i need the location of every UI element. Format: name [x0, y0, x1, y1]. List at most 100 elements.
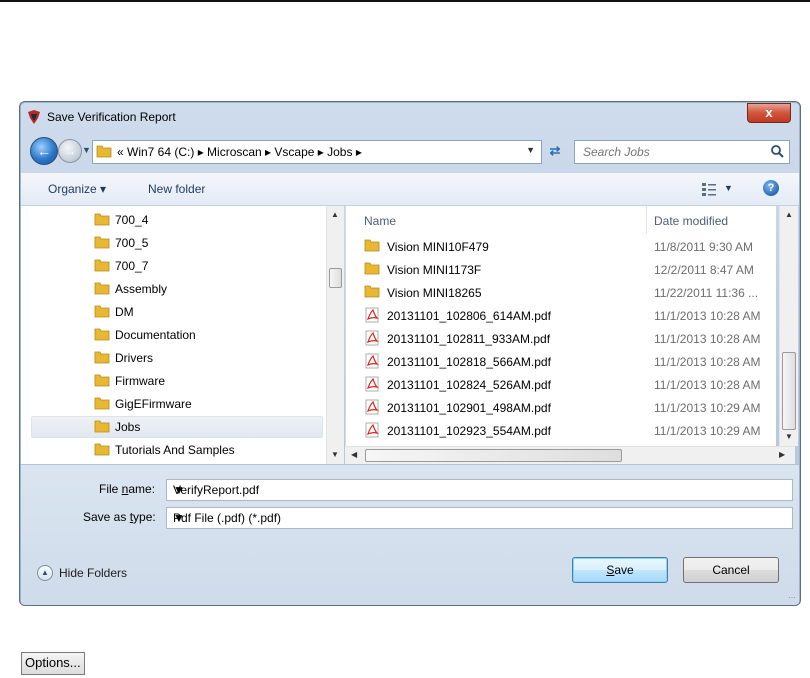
file-row[interactable]: Vision MINI18265 11/22/2011 11:36 ... — [346, 281, 776, 303]
scroll-right-arrow-icon[interactable]: ▶ — [779, 450, 785, 459]
resize-grip-icon[interactable]: ⋯ — [788, 593, 796, 602]
nav-item[interactable]: GigEFirmware — [94, 394, 314, 414]
file-name-field[interactable]: VerifyReport.pdf ▼ — [166, 479, 793, 501]
file-name: 20131101_102901_498AM.pdf — [387, 401, 551, 415]
nav-item-label: Documentation — [115, 328, 196, 342]
hide-folders-label: Hide Folders — [59, 566, 128, 580]
options-button[interactable]: Options... — [21, 652, 85, 675]
nav-item[interactable]: 700_4 — [94, 210, 314, 230]
title-bar[interactable]: Save Verification Report x — [20, 102, 800, 132]
save-type-select[interactable]: Pdf File (.pdf) (*.pdf) ▼ — [166, 507, 793, 529]
column-header-date[interactable]: Date modified — [654, 214, 728, 228]
file-list-horizontal-scrollbar[interactable]: ◀ ▶ — [345, 446, 795, 464]
nav-item[interactable]: 700_7 — [94, 256, 314, 276]
nav-item-label: Drivers — [115, 351, 153, 365]
nav-item-label: Firmware — [115, 374, 165, 388]
nav-item[interactable]: Assembly — [94, 279, 314, 299]
close-button[interactable]: x — [747, 103, 791, 123]
search-input[interactable] — [581, 144, 765, 160]
nav-item-label: Jobs — [115, 420, 141, 434]
file-list-vertical-scrollbar[interactable]: ▲ ▼ — [779, 206, 798, 446]
cancel-button[interactable]: Cancel — [683, 557, 779, 583]
navigation-pane: 700_4 700_5 700_7 Assembly DM Documentat… — [21, 206, 327, 464]
scroll-down-arrow-icon[interactable]: ▼ — [785, 432, 793, 441]
scroll-down-arrow-icon[interactable]: ▼ — [331, 450, 339, 459]
chevron-down-icon[interactable]: ▼ — [173, 511, 788, 525]
top-border-line — [0, 0, 810, 2]
file-row[interactable]: 20131101_102824_526AM.pdf 11/1/2013 10:2… — [346, 373, 776, 395]
file-name: Vision MINI1173F — [387, 263, 482, 277]
file-date: 11/1/2013 10:28 AM — [654, 355, 761, 369]
save-button[interactable]: Save — [572, 557, 668, 583]
nav-item-selected[interactable]: Jobs — [31, 416, 323, 438]
nav-item-label: GigEFirmware — [115, 397, 192, 411]
folder-icon — [96, 145, 112, 158]
file-date: 11/1/2013 10:28 AM — [654, 378, 761, 392]
file-row[interactable]: Vision MINI10F479 11/8/2011 9:30 AM — [346, 235, 776, 257]
search-box[interactable] — [574, 140, 790, 164]
organize-menu[interactable]: Organize ▾ — [48, 182, 106, 196]
file-date: 11/1/2013 10:29 AM — [654, 424, 761, 438]
scroll-up-arrow-icon[interactable]: ▲ — [331, 210, 339, 219]
file-name: 20131101_102806_614AM.pdf — [387, 309, 551, 323]
nav-pane-scrollbar[interactable]: ▲ ▼ — [326, 206, 344, 464]
nav-item-label: 700_7 — [115, 259, 149, 273]
pdf-file-icon — [365, 422, 379, 438]
file-name: 20131101_102923_554AM.pdf — [387, 424, 551, 438]
nav-item[interactable]: 700_5 — [94, 233, 314, 253]
nav-item-label: Assembly — [115, 282, 168, 296]
save-form-panel: File name: VerifyReport.pdf ▼ Save as ty… — [21, 464, 799, 605]
nav-item[interactable]: DM — [94, 302, 314, 322]
nav-item[interactable]: Documentation — [94, 325, 314, 345]
folder-icon — [94, 351, 110, 364]
column-header-name[interactable]: Name — [364, 214, 396, 228]
file-row[interactable]: 20131101_102923_554AM.pdf 11/1/2013 10:2… — [346, 419, 776, 441]
search-icon[interactable] — [770, 144, 784, 158]
recent-locations-dropdown[interactable]: ▼ — [82, 145, 91, 155]
new-folder-button[interactable]: New folder — [148, 182, 205, 196]
scroll-thumb[interactable] — [329, 268, 342, 288]
nav-item-label: 700_5 — [115, 236, 149, 250]
refresh-button[interactable]: ⇄ — [542, 140, 568, 162]
pdf-file-icon — [365, 376, 379, 392]
nav-item-label: Tutorials And Samples — [115, 443, 235, 457]
folder-icon — [94, 282, 110, 295]
nav-item[interactable]: Drivers — [94, 348, 314, 368]
folder-icon — [94, 236, 110, 249]
chevron-down-icon[interactable]: ▼ — [173, 483, 788, 497]
folder-icon — [94, 397, 110, 410]
folder-icon — [364, 285, 380, 298]
save-dialog: Save Verification Report x ← → ▼ « Win7 … — [19, 101, 801, 606]
save-type-label-text: Save as — [83, 510, 130, 524]
nav-item[interactable]: Firmware — [94, 371, 314, 391]
column-separator[interactable] — [646, 206, 647, 234]
address-path: « Win7 64 (C:) ▸ Microscan ▸ Vscape ▸ Jo… — [117, 145, 362, 159]
file-row[interactable]: 20131101_102901_498AM.pdf 11/1/2013 10:2… — [346, 396, 776, 418]
file-date: 11/1/2013 10:28 AM — [654, 332, 761, 346]
folder-icon — [94, 213, 110, 226]
file-row[interactable]: 20131101_102806_614AM.pdf 11/1/2013 10:2… — [346, 304, 776, 326]
back-button[interactable]: ← — [30, 137, 58, 165]
nav-item[interactable]: Tutorials And Samples — [94, 440, 314, 460]
views-dropdown-icon[interactable]: ▼ — [724, 183, 733, 193]
save-type-label: Save as type: — [83, 510, 156, 524]
scroll-thumb[interactable] — [365, 449, 622, 462]
forward-button[interactable]: → — [58, 139, 82, 163]
scroll-left-arrow-icon[interactable]: ◀ — [351, 450, 357, 459]
file-date: 11/1/2013 10:28 AM — [654, 309, 761, 323]
file-row[interactable]: Vision MINI1173F 12/2/2011 8:47 AM — [346, 258, 776, 280]
help-icon[interactable]: ? — [763, 180, 779, 196]
pdf-file-icon — [365, 353, 379, 369]
save-button-label: ave — [614, 563, 634, 577]
folder-icon — [94, 420, 110, 433]
folder-icon — [94, 259, 110, 272]
address-bar[interactable]: « Win7 64 (C:) ▸ Microscan ▸ Vscape ▸ Jo… — [92, 140, 542, 164]
window-title: Save Verification Report — [47, 110, 176, 124]
file-row[interactable]: 20131101_102818_566AM.pdf 11/1/2013 10:2… — [346, 350, 776, 372]
chevron-down-icon[interactable]: ▼ — [526, 145, 535, 155]
scroll-thumb[interactable] — [782, 352, 796, 430]
views-icon[interactable] — [701, 182, 717, 196]
scroll-up-arrow-icon[interactable]: ▲ — [785, 210, 793, 219]
file-date: 11/1/2013 10:29 AM — [654, 401, 761, 415]
file-row[interactable]: 20131101_102811_933AM.pdf 11/1/2013 10:2… — [346, 327, 776, 349]
